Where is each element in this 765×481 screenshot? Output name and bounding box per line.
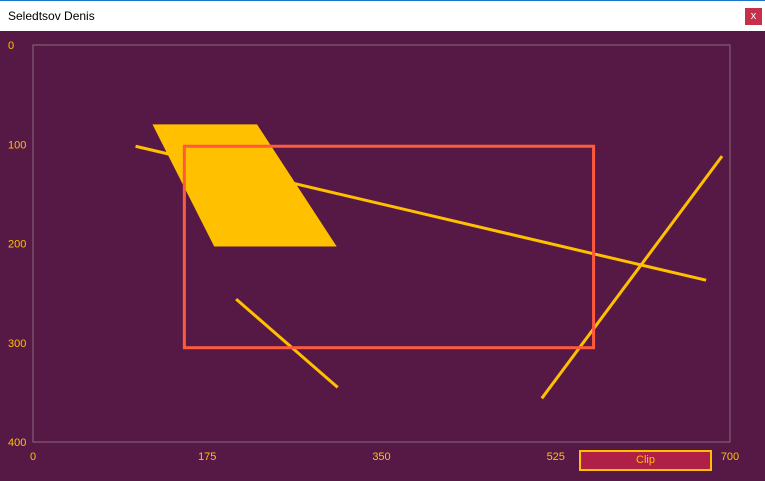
line-segment [235,297,339,389]
y-tick-label: 100 [8,139,26,151]
drawing-canvas: 0 100 200 300 400 0 175 350 525 700 [8,40,739,463]
filled-polygon [152,124,337,247]
x-tick-label: 700 [721,451,739,463]
app-window: Seledtsov Denis x 0 100 200 300 400 0 175 350 5… [0,0,765,481]
y-tick-label: 200 [8,239,26,251]
x-tick-label: 0 [30,451,36,463]
window-title: Seledtsov Denis [8,9,95,23]
close-button[interactable]: x [745,8,762,25]
clip-button[interactable]: Clip [579,450,712,471]
y-tick-label: 400 [8,437,26,449]
y-axis-ticks: 0 100 200 300 400 [8,40,26,449]
title-bar: Seledtsov Denis x [0,0,765,31]
y-tick-label: 300 [8,338,26,350]
x-tick-label: 175 [198,451,216,463]
x-tick-label: 525 [547,451,565,463]
x-tick-label: 350 [372,451,390,463]
plot-area-frame [32,44,731,443]
y-tick-label: 0 [8,40,14,52]
